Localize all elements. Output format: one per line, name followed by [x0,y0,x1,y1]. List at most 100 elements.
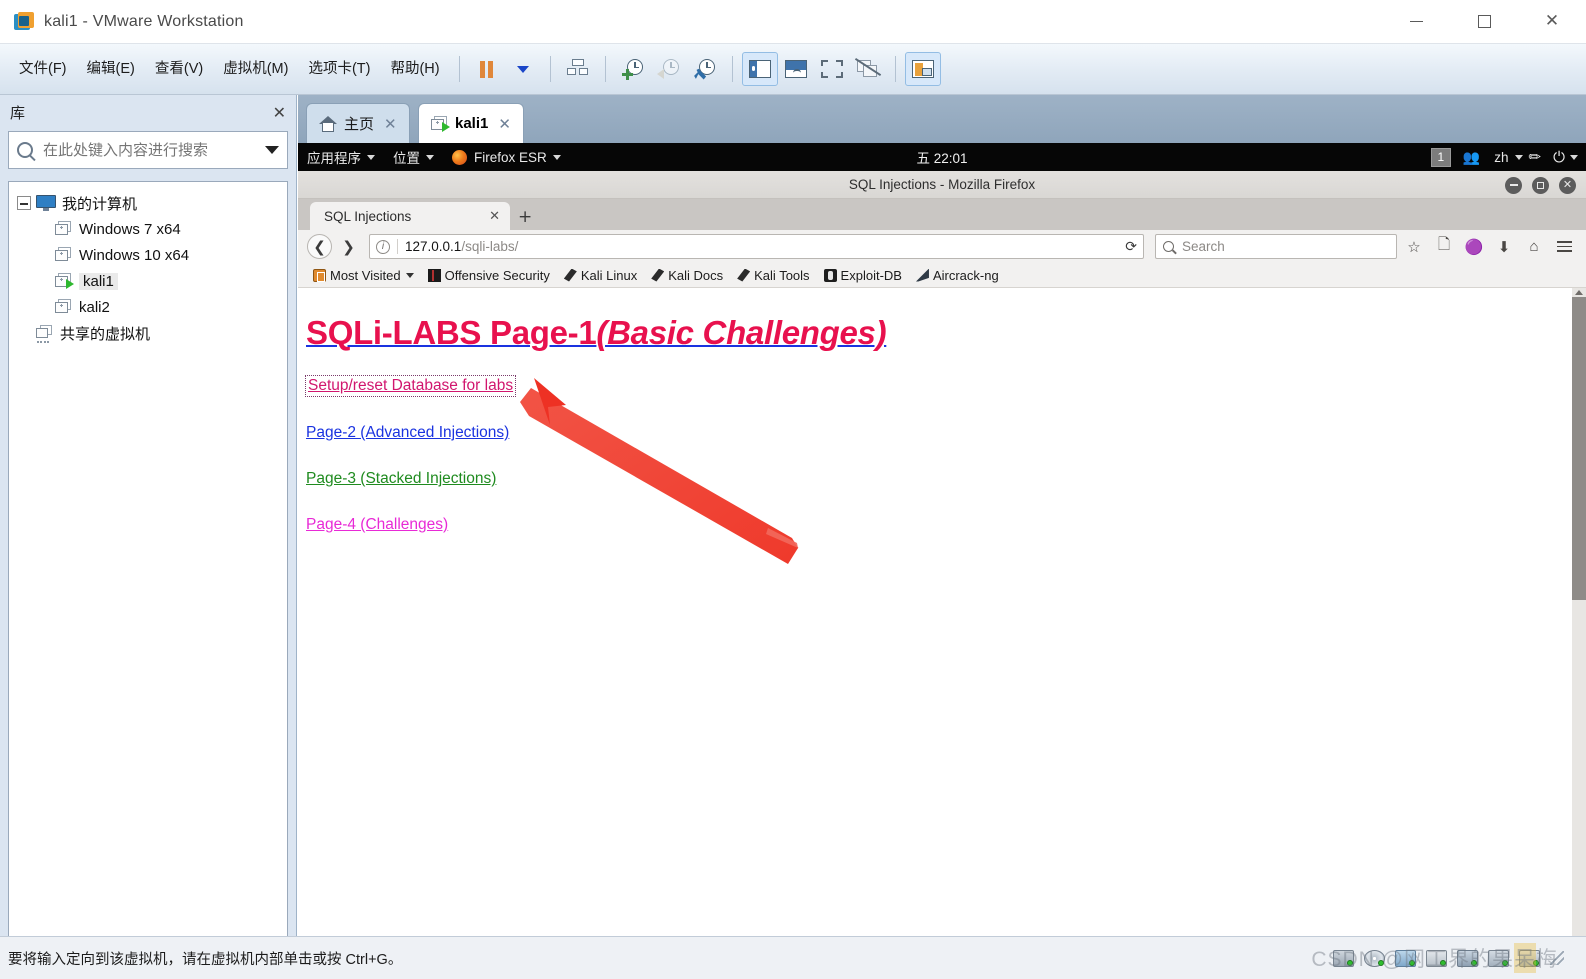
maximize-button[interactable] [1450,0,1518,44]
manage-snapshot-button[interactable] [560,52,596,86]
firefox-window-title: SQL Injections - Mozilla Firefox [848,177,1036,192]
page-scrollbar[interactable] [1572,288,1586,936]
link-page-4[interactable]: Page-4 (Challenges) [306,516,448,534]
workspace-indicator[interactable]: 1 [1430,147,1451,167]
power-dropdown-caret[interactable] [505,52,541,86]
tree-item-my-computer[interactable]: 我的计算机 [13,190,283,216]
search-box[interactable]: Search [1155,234,1397,259]
status-device-cdrom[interactable] [1364,949,1385,967]
unity-button[interactable] [850,52,886,86]
bookmark-label: Offensive Security [444,267,550,283]
vm-tab-close-icon[interactable]: ✕ [498,115,511,133]
forward-button[interactable]: ❯ [336,234,361,259]
status-device-printer[interactable] [1426,949,1447,967]
menu-view[interactable]: 查看(V) [146,54,212,84]
guest-screen[interactable]: 应用程序 位置 Firefox ESR 五 22:01 1 👥 zh ✏ ⏻ S… [298,143,1586,936]
tree-item-windows-10[interactable]: Windows 10 x64 [13,242,283,268]
bookmark-kali-tools[interactable]: Kali Tools [730,268,816,283]
vm-tabstrip: 主页 ✕ kali1 ✕ [298,95,1586,143]
firefox-new-tab-button[interactable]: + [518,209,532,226]
minimize-button[interactable] [1382,0,1450,44]
library-tree[interactable]: 我的计算机 Windows 7 x64 Windows 10 x64 kali1… [8,181,288,951]
bookmark-star-icon[interactable]: ☆ [1401,234,1427,260]
vm-tab-home[interactable]: 主页 ✕ [306,103,410,143]
users-icon[interactable]: 👥 [1463,149,1480,166]
reload-icon[interactable]: ⟳ [1117,238,1137,255]
tree-item-shared-vms[interactable]: 共享的虚拟机 [13,320,283,346]
menu-edit[interactable]: 编辑(E) [78,54,144,84]
page-viewport[interactable]: SQLi-LABS Page-1(Basic Challenges) Setup… [298,288,1586,936]
pocket-icon[interactable]: 🟣 [1461,234,1487,260]
vm-tab-label: kali1 [455,115,489,132]
bookmark-exploit-db[interactable]: Exploit-DB [817,268,909,283]
status-message: 要将输入定向到该虚拟机，请在虚拟机内部单击或按 Ctrl+G。 [8,951,403,968]
status-device-network[interactable] [1395,949,1416,967]
snapshot-manager-button[interactable] [687,52,723,86]
pause-button[interactable] [469,52,505,86]
menu-tabs[interactable]: 选项卡(T) [299,54,379,84]
toolbar-separator [604,56,606,82]
take-snapshot-button[interactable] [615,52,651,86]
menu-help[interactable]: 帮助(H) [381,54,448,84]
firefox-minimize-button[interactable] [1505,176,1522,194]
site-info-icon[interactable]: i [376,239,390,254]
library-icon[interactable]: 🗋 [1431,234,1457,260]
window-resize-grip[interactable] [1550,951,1564,965]
kali-places-menu[interactable]: 位置 [384,143,443,171]
status-device-sound[interactable] [1488,949,1509,967]
bookmark-most-visited[interactable]: Most Visited [306,268,421,283]
vm-tab-close-icon[interactable]: ✕ [384,115,397,133]
status-device-harddisk[interactable] [1333,949,1354,967]
collapse-icon[interactable] [17,196,31,210]
vm-tab-kali1[interactable]: kali1 ✕ [418,103,524,143]
show-library-button[interactable] [741,52,778,86]
chevron-down-icon[interactable] [1570,154,1578,160]
revert-snapshot-button[interactable] [651,52,687,86]
show-thumbnail-bar-button[interactable] [904,52,941,86]
snapshot-manager-icon [694,58,716,80]
menu-file[interactable]: 文件(F) [10,54,76,84]
bookmark-kali-linux[interactable]: Kali Linux [557,268,644,283]
tree-item-kali2[interactable]: kali2 [13,294,283,320]
chevron-down-icon[interactable] [265,146,279,154]
url-bar[interactable]: i 127.0.0.1/sqli-labs/ ⟳ [369,234,1144,259]
kali-firefox-window-button[interactable]: Firefox ESR [443,143,570,171]
snapshot-revert-icon [657,58,680,80]
link-page-3[interactable]: Page-3 (Stacked Injections) [306,470,496,488]
bookmark-kali-docs[interactable]: Kali Docs [644,268,730,283]
library-search-input[interactable] [43,141,259,159]
tree-item-kali1[interactable]: kali1 [13,268,283,294]
bookmark-offensive-security[interactable]: Offensive Security [421,268,557,283]
back-button[interactable]: ❮ [307,234,332,259]
link-page-2[interactable]: Page-2 (Advanced Injections) [306,424,509,442]
window-title: kali1 - VMware Workstation [44,12,244,30]
pen-icon[interactable]: ✏ [1529,148,1542,166]
power-icon[interactable]: ⏻ [1553,149,1565,166]
fullscreen-button[interactable] [814,52,850,86]
status-device-tray [1333,949,1586,967]
scrollbar-thumb[interactable] [1572,297,1586,600]
downloads-icon[interactable]: ⬇ [1491,234,1517,260]
scroll-up-icon[interactable] [1575,290,1583,295]
close-button[interactable]: ✕ [1518,0,1586,44]
firefox-tab-close-icon[interactable]: ✕ [459,208,500,224]
show-console-button[interactable] [778,52,814,86]
firefox-maximize-button[interactable] [1532,176,1549,194]
bookmark-aircrack-ng[interactable]: Aircrack-ng [909,268,1006,283]
keyboard-layout-indicator[interactable]: zh [1494,143,1528,171]
menu-vm[interactable]: 虚拟机(M) [214,54,297,84]
link-row: Setup/reset Database for labs [304,375,1586,397]
home-icon[interactable]: ⌂ [1521,234,1547,260]
divider [397,239,398,254]
kali-applications-menu[interactable]: 应用程序 [298,143,384,171]
firefox-close-button[interactable]: ✕ [1559,176,1576,194]
menu-hamburger-icon[interactable] [1551,234,1577,260]
firefox-tab-sql-injections[interactable]: SQL Injections ✕ [310,202,510,230]
status-device-usb[interactable] [1457,949,1478,967]
library-search-box[interactable] [8,131,288,169]
link-setup-reset-database[interactable]: Setup/reset Database for labs [304,375,517,397]
tree-item-windows-7[interactable]: Windows 7 x64 [13,216,283,242]
unity-mode-icon [854,58,881,78]
library-close-icon[interactable]: ✕ [273,103,286,122]
status-device-display[interactable] [1519,949,1540,967]
